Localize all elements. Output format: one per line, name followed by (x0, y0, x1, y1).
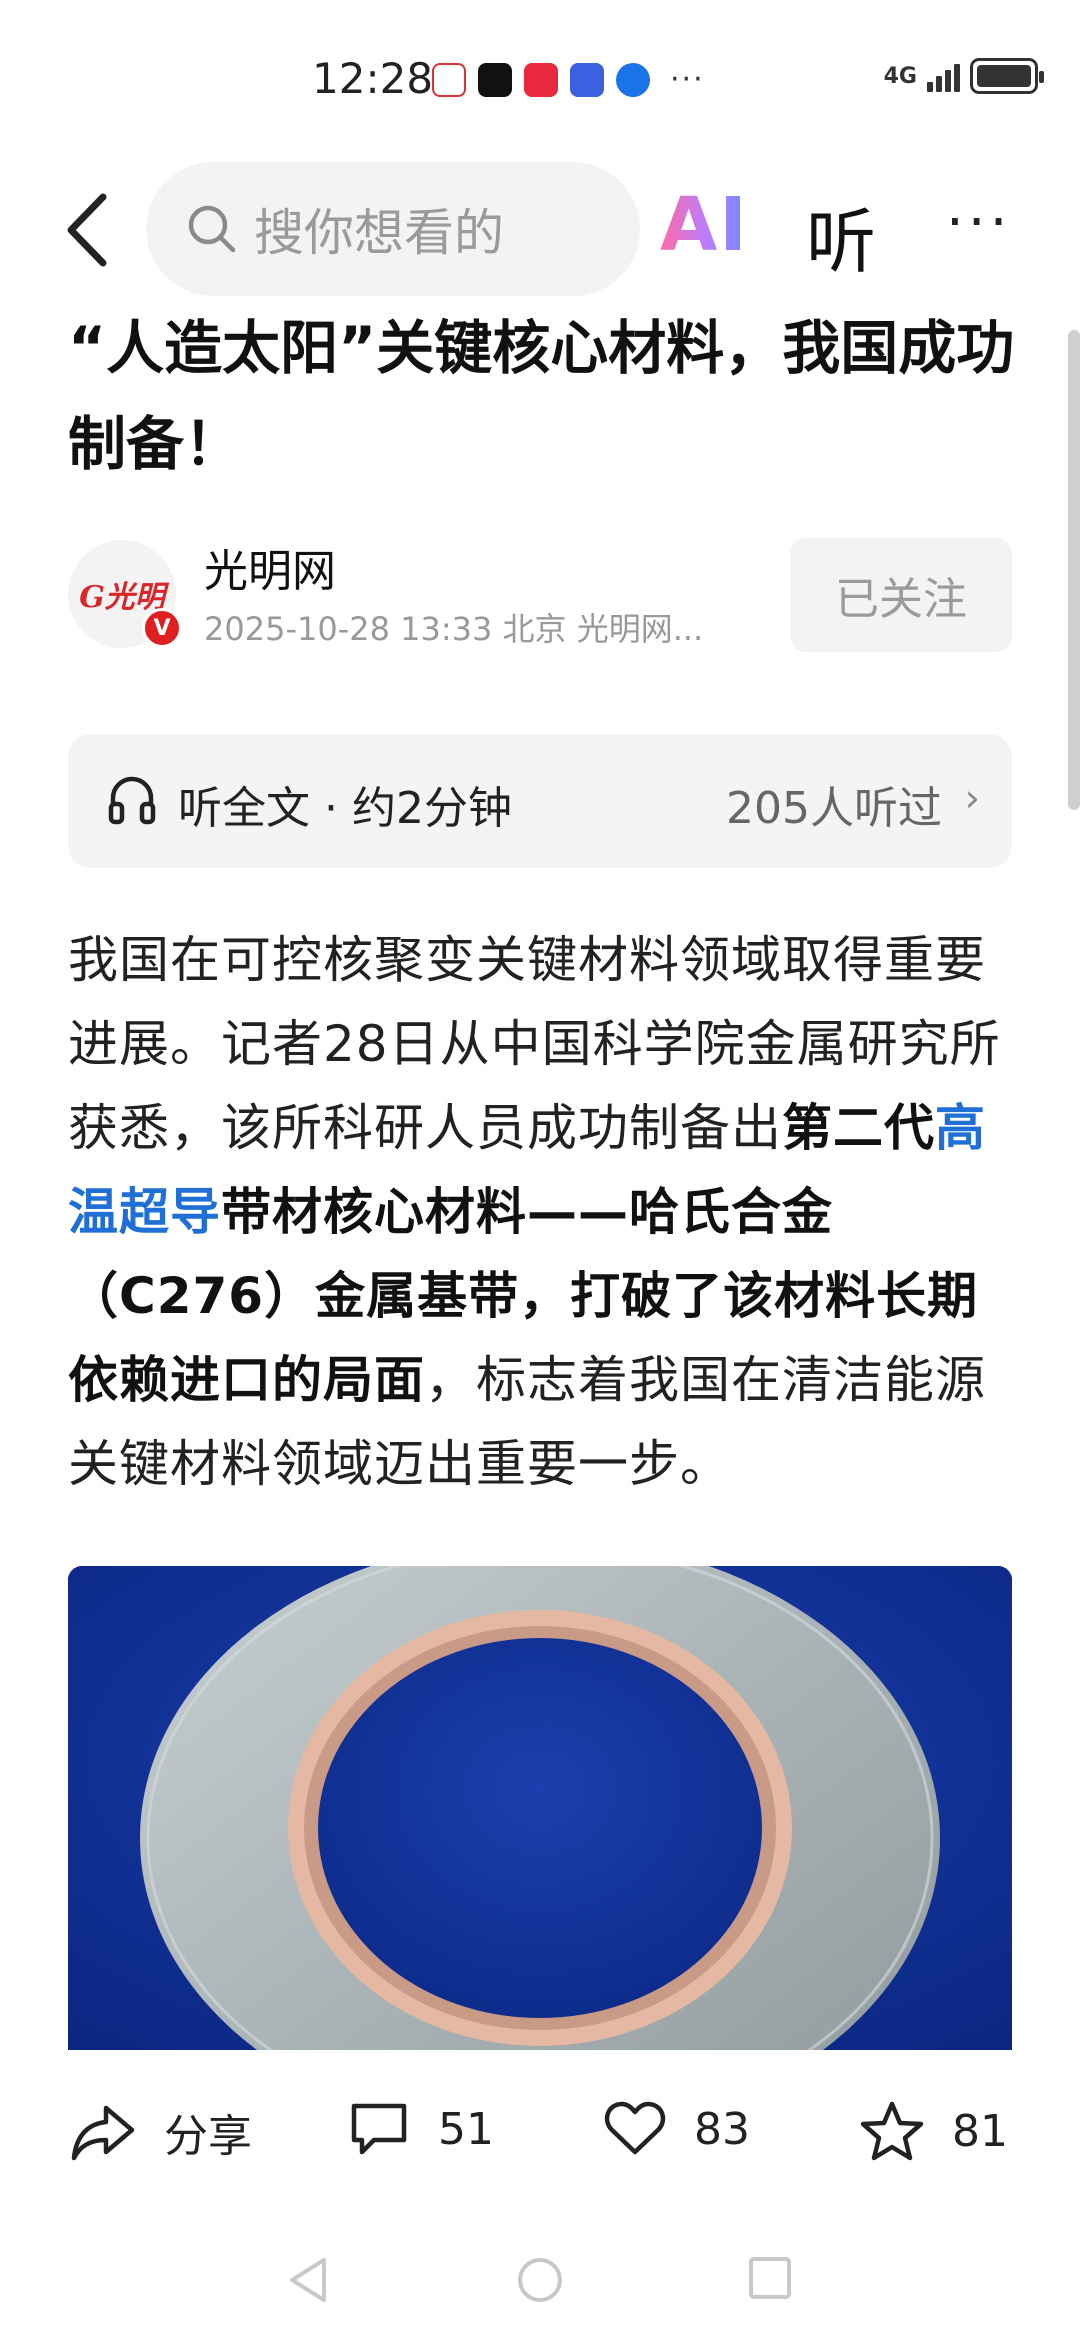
favorite-button[interactable]: 81 (860, 2100, 1008, 2162)
search-input[interactable]: 搜你想看的 (146, 162, 640, 296)
tiktok-icon (478, 62, 512, 97)
verified-badge-icon: V (142, 608, 182, 648)
comment-count: 51 (438, 2103, 494, 2155)
shopping-app-icon (524, 62, 558, 97)
author-name[interactable]: 光明网 (204, 535, 336, 599)
star-icon (860, 2101, 924, 2161)
network-type: 4G (883, 63, 917, 89)
status-indicators: 4G (883, 58, 1044, 94)
headphones-icon (108, 776, 156, 825)
author-meta: 2025-10-28 13:33 北京 光明网... (204, 610, 704, 648)
favorite-count: 81 (952, 2105, 1008, 2157)
article-body: 我国在可控核聚变关键材料领域取得重要进展。记者28日从中国科学院金属研究所获悉，… (68, 918, 1018, 1506)
browser-app-icon (616, 62, 650, 97)
nav-back-icon[interactable] (286, 2256, 330, 2304)
baidu-icon (570, 62, 604, 97)
nav-home-icon[interactable] (516, 2256, 564, 2304)
comment-button[interactable]: 51 (348, 2100, 494, 2158)
comment-icon (351, 2103, 407, 2155)
status-time: 12:28 (312, 54, 434, 103)
search-placeholder: 搜你想看的 (254, 204, 504, 262)
article-image[interactable] (68, 1566, 1012, 2050)
listen-label: 听全文 · 约2分钟 (178, 783, 512, 834)
like-count: 83 (694, 2103, 750, 2155)
news-app-icon (432, 62, 466, 97)
scrollbar[interactable] (1068, 330, 1080, 810)
more-options-button[interactable]: ··· (946, 190, 1011, 255)
follow-button[interactable]: 已关注 (790, 538, 1012, 652)
like-button[interactable]: 83 (604, 2100, 750, 2158)
listen-full-text-bar[interactable]: 听全文 · 约2分钟 205人听过 › (68, 734, 1012, 868)
system-nav-bar (0, 2220, 1080, 2340)
article-title: “人造太阳”关键核心材料，我国成功制备！ (68, 314, 1015, 478)
metal-tape-roll-photo (68, 1566, 1012, 2050)
share-label: 分享 (164, 2111, 252, 2162)
chevron-right-icon: › (964, 776, 980, 820)
nav-recents-icon[interactable] (748, 2256, 792, 2300)
bottom-action-bar: 分享 51 83 81 (0, 2050, 1080, 2220)
share-button[interactable]: 分享 (70, 2100, 252, 2164)
heart-icon (604, 2101, 666, 2155)
body-bold-text: 第二代 (782, 1099, 935, 1157)
back-arrow-icon (67, 193, 107, 267)
search-icon (188, 205, 236, 253)
status-more-icon: ··· (670, 62, 705, 97)
share-icon (71, 2105, 135, 2161)
listen-count: 205人听过 (726, 783, 942, 834)
status-app-icons: ··· (432, 62, 705, 97)
listen-button[interactable]: 听 (806, 186, 876, 287)
ai-button[interactable]: AI (660, 182, 749, 268)
top-nav: 搜你想看的 AI 听 ··· (0, 160, 1080, 300)
signal-icon (927, 60, 960, 92)
author-avatar[interactable]: G光明 V (68, 540, 182, 648)
status-bar: 12:28 ··· 4G (0, 0, 1080, 150)
back-button[interactable] (52, 190, 122, 270)
battery-icon (970, 58, 1044, 94)
